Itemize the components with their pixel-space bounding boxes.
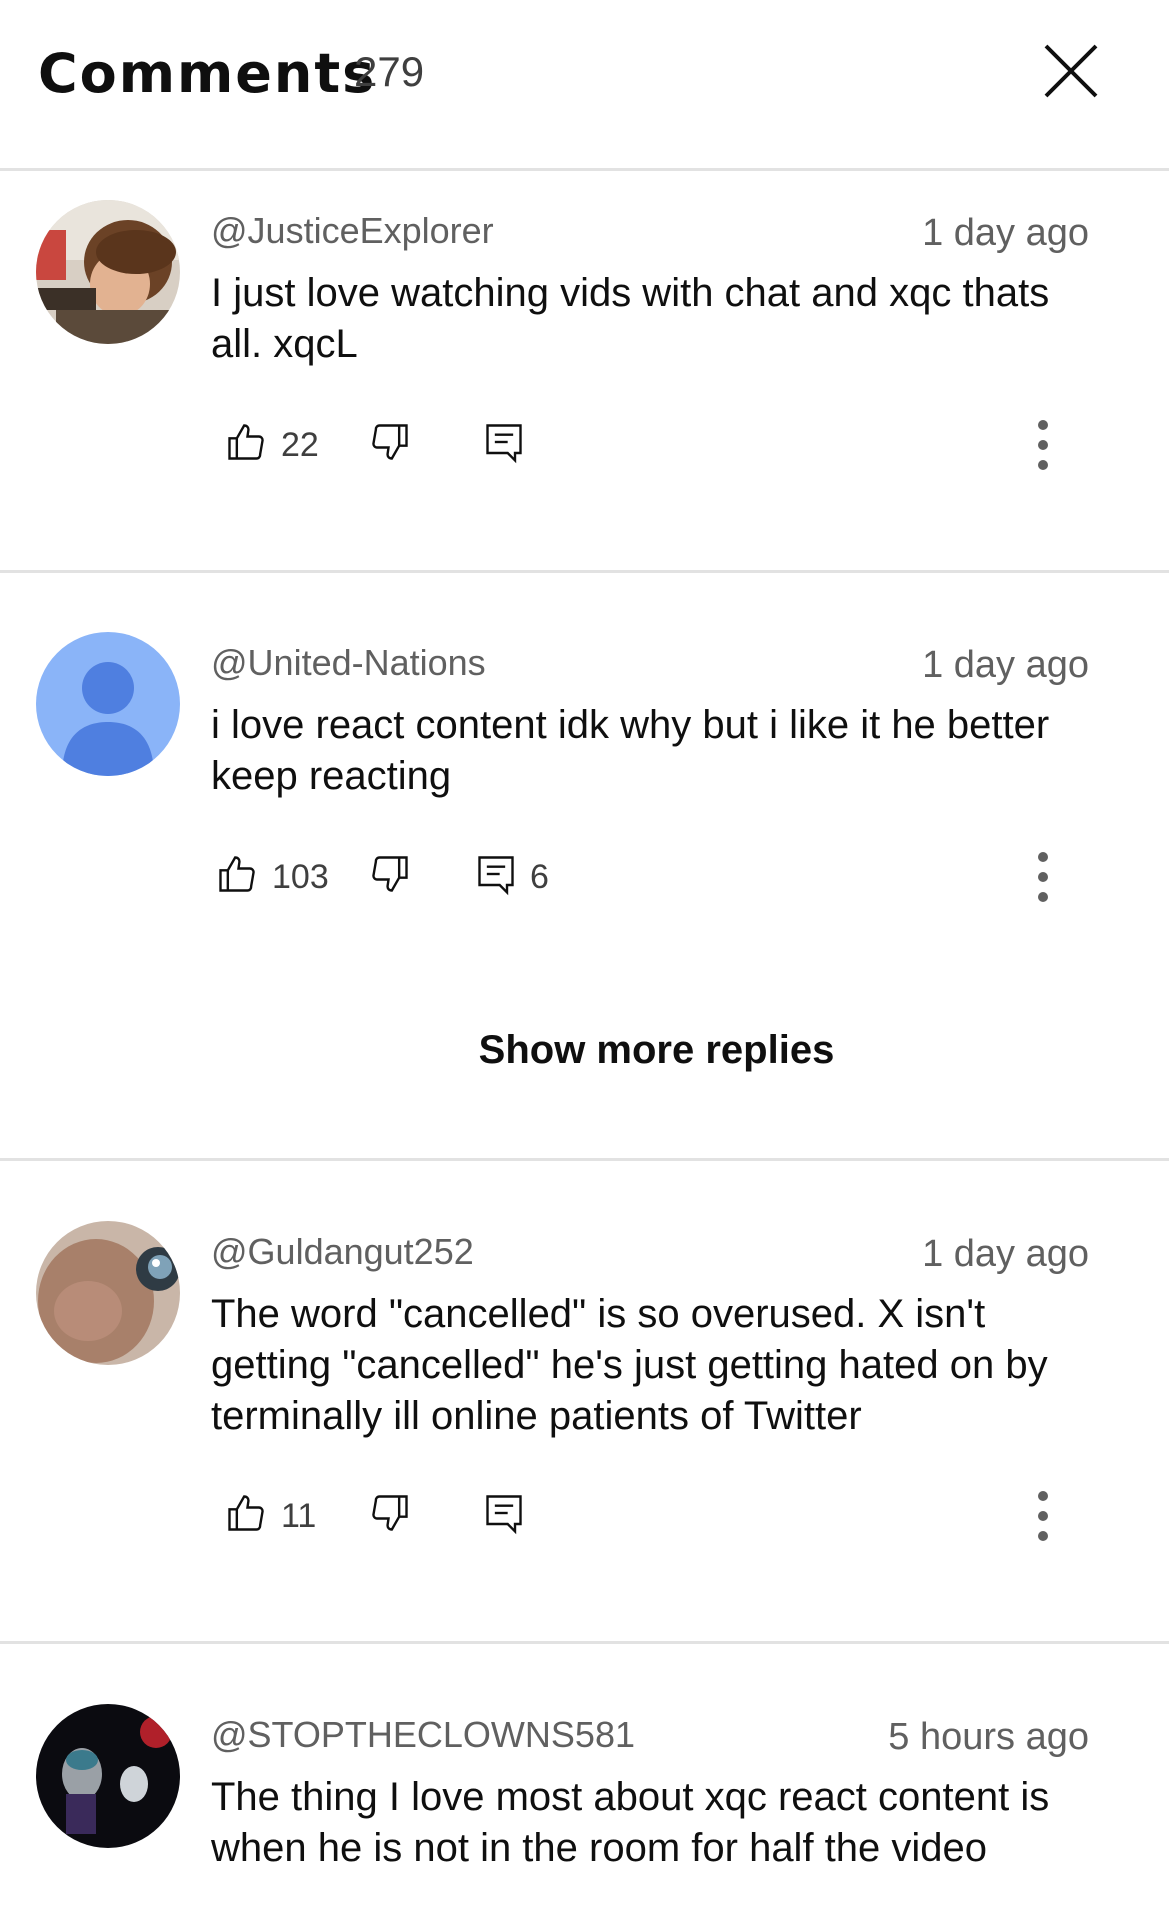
reply-button[interactable] xyxy=(482,420,526,464)
avatar[interactable] xyxy=(36,632,180,776)
like-count: 103 xyxy=(272,858,329,896)
show-more-replies-button[interactable]: Show more replies xyxy=(72,1028,1169,1073)
comment-actions: 103 6 xyxy=(0,852,1169,912)
dislike-button[interactable] xyxy=(368,852,412,896)
reply-icon xyxy=(486,424,522,464)
comment-author[interactable]: @JusticeExplorer xyxy=(211,210,494,252)
avatar-photo xyxy=(36,200,180,344)
comments-header: Comments 279 xyxy=(0,0,1169,170)
reply-button[interactable] xyxy=(482,1491,526,1535)
comment-text: I just love watching vids with chat and … xyxy=(211,271,1050,366)
divider xyxy=(0,1641,1169,1644)
thumbs-up-icon xyxy=(219,856,255,892)
comment-time: 1 day ago xyxy=(922,1233,1089,1275)
comment-text: The word "cancelled" is so overused. X i… xyxy=(211,1292,1048,1438)
comment-author[interactable]: @STOPTHECLOWNS581 xyxy=(211,1714,635,1756)
divider xyxy=(0,570,1169,573)
thumbs-down-icon xyxy=(372,424,408,460)
comments-panel: Comments 279 @JusticeExplorer 1 day ago … xyxy=(0,0,1169,1927)
thumbs-up-icon xyxy=(228,1495,264,1531)
dislike-button[interactable] xyxy=(368,420,412,464)
like-button[interactable] xyxy=(215,852,259,896)
avatar[interactable] xyxy=(36,1221,180,1365)
like-count: 11 xyxy=(281,1497,317,1535)
like-button[interactable] xyxy=(224,420,268,464)
divider xyxy=(0,168,1169,171)
thumbs-down-icon xyxy=(372,856,408,892)
avatar-photo xyxy=(36,1221,180,1365)
like-button[interactable] xyxy=(224,1491,268,1535)
reply-icon xyxy=(486,1495,522,1535)
avatar[interactable] xyxy=(36,1704,180,1848)
reply-icon xyxy=(478,856,514,896)
comment-author[interactable]: @United-Nations xyxy=(211,642,486,684)
comment-actions: 22 xyxy=(0,420,1169,480)
close-icon xyxy=(1044,44,1098,98)
like-count: 22 xyxy=(281,426,319,464)
comment-text: i love react content idk why but i like … xyxy=(211,703,1050,798)
comment-menu-button[interactable] xyxy=(1028,420,1058,470)
comment-menu-button[interactable] xyxy=(1028,852,1058,902)
comment-author[interactable]: @Guldangut252 xyxy=(211,1231,474,1273)
comment-time: 5 hours ago xyxy=(888,1716,1089,1758)
comment-time: 1 day ago xyxy=(922,644,1089,686)
reply-count: 6 xyxy=(530,858,549,896)
divider xyxy=(0,1158,1169,1161)
default-avatar-icon xyxy=(62,662,154,776)
comment-time: 1 day ago xyxy=(922,212,1089,254)
dislike-button[interactable] xyxy=(368,1491,412,1535)
close-button[interactable] xyxy=(1040,40,1102,102)
thumbs-up-icon xyxy=(228,424,264,460)
comments-count: 279 xyxy=(354,48,425,95)
avatar[interactable] xyxy=(36,200,180,344)
comments-title: Comments xyxy=(38,42,377,105)
avatar-photo xyxy=(36,1704,180,1848)
thumbs-down-icon xyxy=(372,1495,408,1531)
reply-button[interactable] xyxy=(474,852,518,896)
comment-text: The thing I love most about xqc react co… xyxy=(211,1775,1050,1870)
comment-menu-button[interactable] xyxy=(1028,1491,1058,1541)
comment-actions: 11 xyxy=(0,1491,1169,1551)
